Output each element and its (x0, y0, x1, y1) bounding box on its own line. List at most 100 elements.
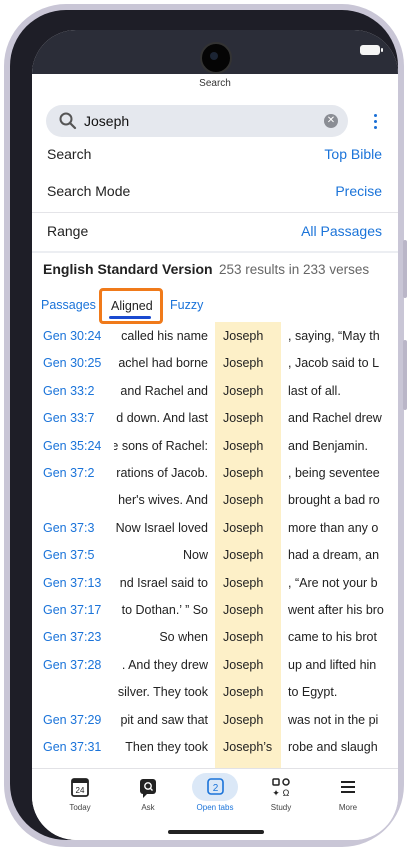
side-button (403, 240, 407, 298)
result-row[interactable]: Gen 37:3 Now Israel loved Joseph more than … (32, 514, 398, 541)
study-icon: ✦ Ω (267, 775, 295, 801)
context-before-text: and Rachel and (120, 383, 208, 398)
result-row[interactable]: Gen 33:2 and Rachel and Joseph last of all. (32, 377, 398, 404)
context-before: So when (114, 630, 208, 644)
result-row[interactable]: Gen 37:2 rations of Jacob. Joseph , being s… (32, 459, 398, 486)
result-row[interactable]: her's wives. And Joseph brought a bad ro (32, 486, 398, 513)
result-row[interactable]: silver. They took Joseph to Egypt. (32, 678, 398, 705)
verse-reference[interactable]: Gen 37:28 (43, 658, 101, 672)
setting-label: Search (47, 146, 92, 162)
context-after: , saying, “May th (288, 329, 380, 343)
result-row[interactable]: Gen 37:13 nd Israel said to Joseph , “Are n… (32, 569, 398, 596)
context-before-text: called his name (121, 329, 208, 343)
match-text: Joseph (223, 685, 264, 700)
result-row[interactable]: Gen 37:17 to Dothan.’ ” So Joseph went afte… (32, 596, 398, 623)
setting-value[interactable]: Top Bible (324, 146, 382, 162)
results-list: Gen 30:24 called his name Joseph , saying, … (32, 322, 398, 772)
verse-reference[interactable]: Gen 33:2 (43, 384, 94, 398)
context-before-text: pit and saw that (120, 712, 208, 727)
context-before-text: rations of Jacob. (116, 466, 208, 480)
result-row[interactable]: Gen 37:28 . And they drew Joseph up and lif… (32, 651, 398, 678)
more-options-icon[interactable] (373, 114, 379, 130)
home-indicator (168, 830, 264, 834)
verse-reference[interactable]: Gen 37:3 (43, 521, 94, 535)
verse-reference[interactable]: Gen 37:17 (43, 603, 101, 617)
context-after: and Rachel drew (288, 411, 382, 426)
match-text: Joseph (223, 383, 264, 398)
context-before-text: to Dothan.’ ” So (121, 603, 208, 617)
result-row[interactable]: Gen 33:7 d down. And last Joseph and Rachel… (32, 404, 398, 431)
nav-today[interactable]: 24 Today (47, 775, 113, 812)
calendar-icon: 24 (66, 775, 94, 801)
context-before-text: Now (182, 548, 208, 563)
context-after: had a dream, an (288, 548, 380, 563)
context-before-text: So when (159, 630, 208, 645)
context-after: , “Are not your b (288, 575, 378, 590)
context-before: silver. They took (114, 685, 208, 699)
result-row[interactable]: Gen 37:23 So when Joseph came to his brot (32, 623, 398, 650)
match-text: Joseph (223, 630, 264, 645)
verse-reference[interactable]: Gen 33:7 (43, 411, 94, 425)
context-after: last of all. (288, 383, 341, 398)
tab-count: 2 (213, 783, 219, 794)
verse-reference[interactable]: Gen 35:24 (43, 439, 101, 453)
tab-aligned[interactable]: Aligned (99, 288, 163, 324)
context-before: e sons of Rachel: (114, 439, 208, 453)
context-before: pit and saw that (114, 713, 208, 727)
search-icon (59, 112, 77, 130)
camera-icon (200, 42, 232, 74)
result-row[interactable]: Gen 37:5 Now Joseph had a dream, an (32, 541, 398, 568)
context-before: called his name (114, 329, 208, 343)
setting-range[interactable]: Range All Passages (32, 213, 398, 251)
calendar-day: 24 (76, 786, 85, 795)
verse-reference[interactable]: Gen 30:24 (43, 329, 101, 343)
verse-reference[interactable]: Gen 37:31 (43, 740, 101, 754)
result-row[interactable]: Gen 35:24 e sons of Rachel: Joseph and Benj… (32, 432, 398, 459)
setting-search[interactable]: Search Top Bible (32, 136, 398, 174)
setting-label: Search Mode (47, 183, 131, 199)
result-row[interactable]: Gen 30:25 achel had borne Joseph , Jacob sa… (32, 349, 398, 376)
result-row[interactable]: Gen 37:31 Then they took Joseph’s robe and … (32, 733, 398, 760)
verse-reference[interactable]: Gen 30:25 (43, 356, 101, 370)
match-text: Joseph (223, 603, 264, 617)
search-bar[interactable]: ✕ (46, 105, 348, 137)
screen: Search ✕ Search Top Bible Search Mode Pr… (32, 30, 398, 840)
divider (32, 251, 398, 253)
nav-ask[interactable]: Ask (115, 775, 181, 812)
context-before: rations of Jacob. (114, 466, 208, 480)
verse-reference[interactable]: Gen 37:2 (43, 466, 94, 480)
context-before-text: Then they took (125, 740, 208, 754)
nav-study[interactable]: ✦ Ω Study (248, 775, 314, 812)
status-bar (32, 30, 398, 74)
verse-reference[interactable]: Gen 37:29 (43, 713, 101, 727)
context-before-text: her's wives. And (118, 493, 208, 508)
match-text: Joseph (223, 657, 264, 672)
search-input[interactable] (84, 111, 304, 131)
context-after: was not in the pi (288, 712, 379, 727)
result-row[interactable]: Gen 30:24 called his name Joseph , saying, … (32, 322, 398, 349)
match-text: Joseph (223, 712, 264, 727)
context-before: . And they drew (114, 658, 208, 672)
context-before-text: silver. They took (117, 685, 208, 700)
context-before: and Rachel and (114, 384, 208, 398)
verse-reference[interactable]: Gen 37:13 (43, 576, 101, 590)
setting-value[interactable]: Precise (335, 183, 382, 199)
verse-reference[interactable]: Gen 37:23 (43, 630, 101, 644)
result-row[interactable]: Gen 37:29 pit and saw that Joseph was not i… (32, 706, 398, 733)
context-before-text: e sons of Rachel: (114, 438, 208, 453)
setting-value[interactable]: All Passages (301, 223, 382, 239)
match-text: Joseph’s (223, 740, 273, 754)
setting-search-mode[interactable]: Search Mode Precise (32, 173, 398, 211)
tabs-icon: 2 (191, 773, 239, 801)
match-text: Joseph (223, 466, 264, 480)
verse-reference[interactable]: Gen 37:5 (43, 548, 94, 562)
svg-text:Ω: Ω (283, 788, 290, 798)
tab-passages[interactable]: Passages (41, 298, 96, 312)
nav-open-tabs[interactable]: 2 Open tabs (182, 773, 248, 812)
tab-fuzzy[interactable]: Fuzzy (170, 298, 203, 312)
context-after: to Egypt. (288, 685, 338, 700)
clear-search-icon[interactable]: ✕ (324, 114, 338, 128)
context-before: her's wives. And (114, 493, 208, 507)
context-before-text: . And they drew (121, 657, 208, 672)
nav-more[interactable]: More (315, 775, 381, 812)
